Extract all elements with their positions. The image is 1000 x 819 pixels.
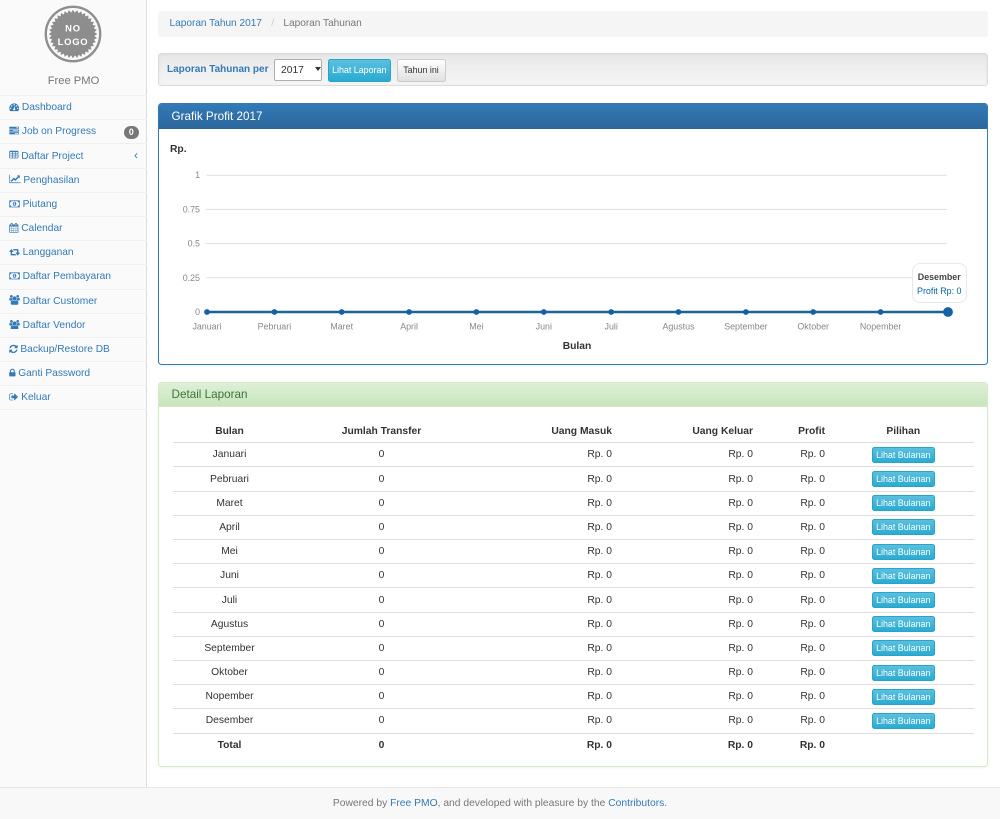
svg-text:LOGO: LOGO [58, 36, 89, 47]
svg-text:NO: NO [65, 23, 81, 34]
